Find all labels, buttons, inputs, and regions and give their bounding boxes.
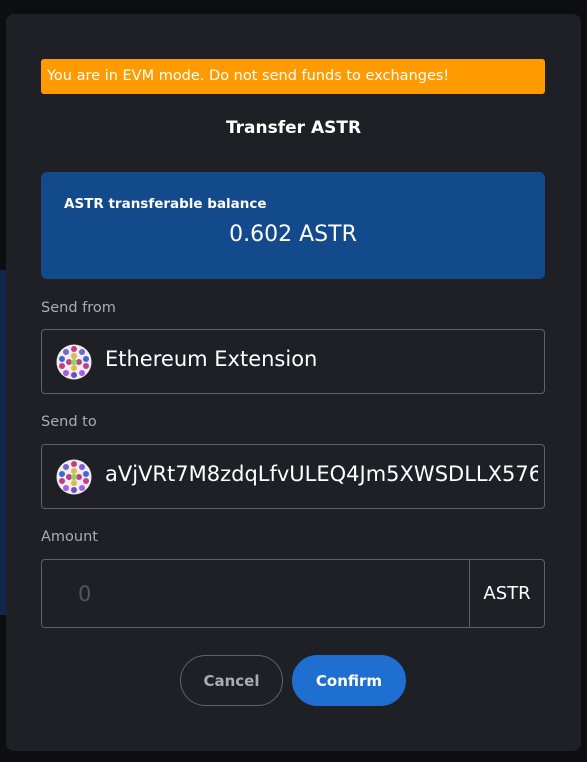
amount-field: ASTR [41,559,545,628]
send-from-label: Send from [41,300,116,316]
confirm-button[interactable]: Confirm [292,655,406,706]
send-to-value: aVjVRt7M8zdqLfvULEQ4Jm5XWSDLLX576U [105,462,538,486]
balance-card: ASTR transferable balance 0.602 ASTR [41,172,545,279]
identicon-icon [56,344,92,380]
send-to-label: Send to [41,414,97,430]
send-from-field[interactable]: Ethereum Extension [41,329,545,394]
send-from-value: Ethereum Extension [105,347,318,371]
send-to-field[interactable]: aVjVRt7M8zdqLfvULEQ4Jm5XWSDLLX576U [41,444,545,509]
modal-title: Transfer ASTR [225,118,362,138]
identicon-icon [56,459,92,495]
evm-warning-banner: You are in EVM mode. Do not send funds t… [41,59,545,94]
transfer-modal: You are in EVM mode. Do not send funds t… [6,14,581,751]
amount-input[interactable] [42,560,469,627]
balance-value: 0.602 ASTR [229,222,357,247]
amount-unit: ASTR [483,583,531,604]
cancel-button[interactable]: Cancel [180,655,283,706]
balance-label: ASTR transferable balance [64,196,267,212]
amount-label: Amount [41,529,98,545]
